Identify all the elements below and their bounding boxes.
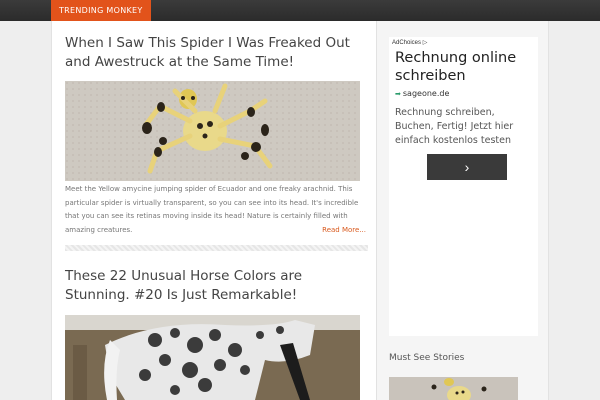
must-see-heading: Must See Stories	[389, 353, 465, 363]
arrow-right-icon: ➡	[395, 90, 401, 98]
adchoices-triangle-icon: ▷	[422, 40, 428, 46]
post-title-spider[interactable]: When I Saw This Spider I Was Freaked Out…	[65, 34, 365, 72]
ad-domain-text: sageone.de	[402, 89, 450, 98]
adchoices-text: AdChoices	[392, 40, 422, 46]
post-image-horse[interactable]	[65, 315, 360, 400]
ad-body-text: Rechnung schreiben, Buchen, Fertig! Jetz…	[395, 107, 514, 146]
advertisement[interactable]: AdChoices ▷ Rechnung online schreiben ➡ s…	[389, 37, 538, 336]
story-thumbnail[interactable]	[389, 377, 518, 400]
ad-cta-button[interactable]: ›	[427, 154, 507, 180]
read-more-link[interactable]: Read More...	[322, 226, 366, 234]
post-divider	[65, 245, 368, 251]
post-excerpt-spider: Meet the Yellow amycine jumping spider o…	[65, 185, 359, 234]
post-image-spider[interactable]	[65, 81, 360, 181]
spider-image	[65, 81, 360, 181]
post-title-horse[interactable]: These 22 Unusual Horse Colors are Stunni…	[65, 267, 365, 305]
spider-thumbnail-image	[389, 377, 518, 400]
ad-title[interactable]: Rechnung online schreiben	[395, 49, 535, 85]
ad-domain[interactable]: ➡ sageone.de	[395, 89, 449, 98]
chevron-right-icon: ›	[464, 159, 470, 175]
sidebar: AdChoices ▷ Rechnung online schreiben ➡ s…	[377, 21, 549, 400]
horse-image	[65, 315, 360, 400]
main-content: When I Saw This Spider I Was Freaked Out…	[51, 21, 377, 400]
site-brand-link[interactable]: TRENDING MONKEY	[51, 0, 151, 21]
adchoices-label[interactable]: AdChoices ▷	[392, 39, 427, 46]
top-navigation-bar: TRENDING MONKEY	[0, 0, 600, 21]
